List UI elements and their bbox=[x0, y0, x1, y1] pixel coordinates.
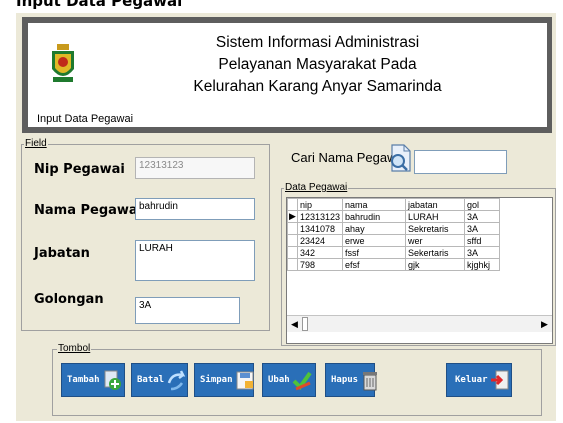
scroll-left-arrow-icon[interactable]: ◀ bbox=[288, 317, 301, 331]
column-header-nip[interactable]: nip bbox=[296, 198, 344, 211]
nip-field[interactable]: 12313123 bbox=[135, 157, 255, 179]
header-title-line-2: Pelayanan Masyarakat Pada bbox=[218, 56, 417, 73]
table-cell[interactable]: sffd bbox=[464, 234, 501, 247]
simpan-button-label: Simpan bbox=[200, 375, 233, 385]
batal-button[interactable]: Batal bbox=[131, 363, 188, 397]
table-row[interactable]: 1341078 ahay Sekretaris 3A bbox=[287, 222, 501, 235]
tombol-group-legend: Tombol bbox=[57, 343, 92, 354]
tambah-button[interactable]: Tambah bbox=[61, 363, 125, 397]
undo-icon bbox=[167, 370, 186, 391]
top-caption: Input Data Pegawai bbox=[16, 0, 183, 10]
row-header bbox=[287, 246, 298, 259]
golongan-field[interactable]: 3A bbox=[135, 297, 240, 324]
table-cell[interactable]: 3A bbox=[464, 246, 501, 259]
table-header-row: nip nama jabatan gol bbox=[287, 198, 501, 211]
add-icon bbox=[104, 370, 121, 390]
table-cell[interactable]: 12313123 bbox=[296, 210, 344, 223]
hapus-button-label: Hapus bbox=[331, 375, 359, 385]
tambah-button-label: Tambah bbox=[67, 375, 100, 385]
table-row[interactable]: 23424 erwe wer sffd bbox=[287, 234, 501, 247]
hapus-button[interactable]: Hapus bbox=[325, 363, 378, 397]
header-title-line-1: Sistem Informasi Administrasi bbox=[215, 34, 420, 51]
nama-field[interactable]: bahrudin bbox=[135, 198, 255, 220]
golongan-label: Golongan bbox=[34, 292, 104, 307]
header-banner: Sistem Informasi Administrasi Pelayanan … bbox=[22, 17, 552, 133]
table-cell[interactable]: kjghkj bbox=[464, 258, 501, 271]
table-row[interactable]: 798 efsf gjk kjghkj bbox=[287, 258, 501, 271]
field-group-legend: Field bbox=[24, 138, 48, 149]
table-cell[interactable]: erwe bbox=[342, 234, 407, 247]
scroll-right-arrow-icon[interactable]: ▶ bbox=[538, 317, 551, 331]
ubah-button[interactable]: Ubah bbox=[262, 363, 316, 397]
table-row[interactable]: 342 fssf Sekertaris 3A bbox=[287, 246, 501, 259]
current-row-marker-icon: ▶ bbox=[287, 210, 298, 223]
table-cell[interactable]: Sekertaris bbox=[405, 246, 466, 259]
table-row[interactable]: ▶ 12313123 bahrudin LURAH 3A bbox=[287, 210, 501, 223]
search-document-icon[interactable] bbox=[386, 143, 414, 173]
table-cell[interactable]: fssf bbox=[342, 246, 407, 259]
table-cell[interactable]: gjk bbox=[405, 258, 466, 271]
nip-label: Nip Pegawai bbox=[34, 162, 125, 177]
save-icon bbox=[236, 371, 254, 390]
row-header bbox=[287, 234, 298, 247]
form-caption: Input Data Pegawai bbox=[37, 113, 134, 125]
simpan-button[interactable]: Simpan bbox=[194, 363, 254, 397]
exit-icon bbox=[490, 370, 509, 390]
trash-icon bbox=[363, 372, 378, 391]
table-cell[interactable]: Sekretaris bbox=[405, 222, 466, 235]
check-icon bbox=[292, 371, 312, 391]
column-header-gol[interactable]: gol bbox=[464, 198, 501, 211]
horizontal-scrollbar[interactable]: ◀ ▶ bbox=[287, 315, 552, 332]
header-title-line-3: Kelurahan Karang Anyar Samarinda bbox=[193, 78, 442, 95]
keluar-button-label: Keluar bbox=[455, 375, 488, 385]
table-cell[interactable]: LURAH bbox=[405, 210, 466, 223]
search-input[interactable] bbox=[414, 150, 507, 174]
row-header-corner bbox=[287, 198, 298, 211]
table-cell[interactable]: bahrudin bbox=[342, 210, 407, 223]
jabatan-label: Jabatan bbox=[34, 246, 90, 261]
row-header bbox=[287, 222, 298, 235]
batal-button-label: Batal bbox=[137, 375, 165, 385]
ubah-button-label: Ubah bbox=[268, 375, 290, 385]
table-cell[interactable]: wer bbox=[405, 234, 466, 247]
table-cell[interactable]: efsf bbox=[342, 258, 407, 271]
nama-label: Nama Pegawai bbox=[34, 203, 143, 218]
table-cell[interactable]: 798 bbox=[296, 258, 344, 271]
column-header-nama[interactable]: nama bbox=[342, 198, 407, 211]
table-cell[interactable]: ahay bbox=[342, 222, 407, 235]
column-header-jabatan[interactable]: jabatan bbox=[405, 198, 466, 211]
keluar-button[interactable]: Keluar bbox=[446, 363, 512, 397]
data-table: nip nama jabatan gol ▶ 12313123 bahrudin… bbox=[287, 198, 501, 271]
scroll-thumb[interactable] bbox=[302, 317, 308, 331]
row-header bbox=[287, 258, 298, 271]
table-cell[interactable]: 342 bbox=[296, 246, 344, 259]
table-cell[interactable]: 3A bbox=[464, 210, 501, 223]
table-cell[interactable]: 23424 bbox=[296, 234, 344, 247]
data-group-legend: Data Pegawai bbox=[284, 182, 349, 193]
table-cell[interactable]: 3A bbox=[464, 222, 501, 235]
table-cell[interactable]: 1341078 bbox=[296, 222, 344, 235]
jabatan-field[interactable]: LURAH bbox=[135, 240, 255, 281]
